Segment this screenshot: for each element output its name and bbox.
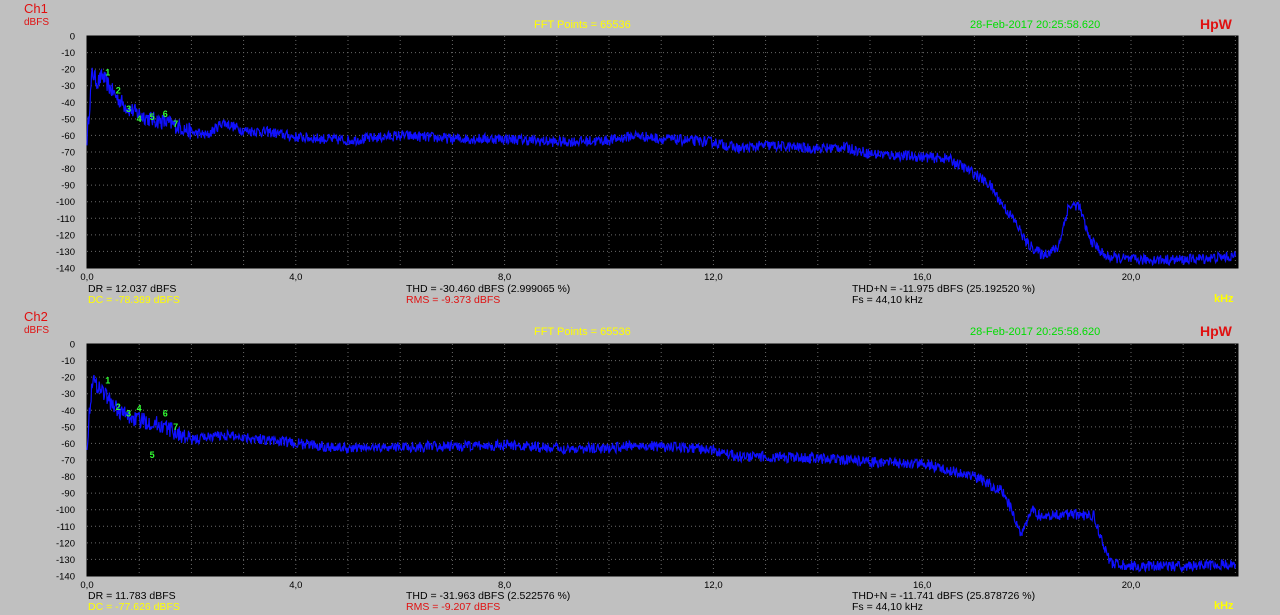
dc-stat: DC = -78.389 dBFS	[88, 294, 180, 306]
y-tick-label: -90	[61, 489, 75, 500]
spectrum-plot-ch2: 0 -10 -20 -30 -40 -50 -60 -70 -80 -90 -100 -110 -120…	[56, 340, 1239, 591]
harmonic-marker-label: 1	[105, 375, 110, 385]
fs-stat: Fs = 44,10 kHz	[852, 601, 923, 613]
y-tick-label: -120	[56, 538, 75, 549]
y-tick-label: -20	[61, 373, 75, 384]
spectrum-plot-ch1: 0 -10 -20 -30 -40 -50 -60 -70 -80 -90 -100 -110 -120…	[56, 32, 1239, 283]
dc-stat: DC = -77.626 dBFS	[88, 601, 180, 613]
y-tick-label: -60	[61, 439, 75, 450]
x-tick-label: 0,0	[80, 272, 93, 283]
harmonic-marker-label: 1	[105, 67, 110, 77]
y-tick-label: -10	[61, 48, 75, 59]
y-tick-label: -30	[61, 389, 75, 400]
x-tick-label: 8,0	[498, 272, 511, 283]
harmonic-marker-label: 5	[150, 112, 155, 122]
x-tick-label: 4,0	[289, 580, 302, 591]
x-tick-label: 16,0	[913, 272, 932, 283]
y-tick-label: -70	[61, 148, 75, 159]
y-tick-label: 0	[70, 32, 75, 43]
y-tick-label: -90	[61, 181, 75, 192]
y-tick-label: -40	[61, 406, 75, 417]
y-tick-label: -140	[56, 572, 75, 583]
chart-panel-ch1: Ch1 dBFS FFT Points = 65536 28-Feb-2017 …	[0, 0, 1280, 307]
chart-panel-ch2: Ch2 dBFS FFT Points = 65536 28-Feb-2017 …	[0, 308, 1280, 615]
rms-stat: RMS = -9.373 dBFS	[406, 294, 501, 306]
harmonic-marker-label: 7	[173, 119, 178, 129]
x-axis-unit-label: kHz	[1214, 293, 1234, 305]
harmonic-marker-label: 2	[116, 402, 121, 412]
x-tick-label: 12,0	[704, 272, 723, 283]
x-tick-label: 20,0	[1122, 272, 1141, 283]
harmonic-marker-label: 2	[116, 86, 121, 96]
harmonic-marker-label: 6	[163, 109, 168, 119]
y-tick-label: -80	[61, 164, 75, 175]
y-tick-label: -130	[56, 555, 75, 566]
y-tick-label: -80	[61, 472, 75, 483]
y-tick-label: -120	[56, 230, 75, 241]
harmonic-marker-label: 7	[173, 422, 178, 432]
fs-stat: Fs = 44,10 kHz	[852, 294, 923, 306]
y-tick-label: -50	[61, 114, 75, 125]
y-tick-label: -130	[56, 247, 75, 258]
y-tick-label: 0	[70, 340, 75, 351]
y-tick-label: -110	[57, 522, 75, 533]
y-tick-label: -100	[56, 505, 75, 516]
harmonic-marker-label: 4	[137, 114, 142, 124]
harmonic-marker-label: 4	[137, 404, 142, 414]
harmonic-marker-label: 5	[150, 450, 155, 460]
x-tick-label: 4,0	[289, 272, 302, 283]
y-tick-label: -10	[61, 356, 75, 367]
y-tick-label: -70	[61, 456, 75, 467]
y-tick-label: -50	[61, 422, 75, 433]
rms-stat: RMS = -9.207 dBFS	[406, 601, 501, 613]
y-tick-label: -140	[56, 264, 75, 275]
y-tick-label: -100	[56, 197, 75, 208]
y-tick-label: -30	[61, 81, 75, 92]
x-tick-label: 20,0	[1122, 580, 1141, 591]
y-tick-label: -60	[61, 131, 75, 142]
x-axis-unit-label: kHz	[1214, 600, 1234, 612]
y-tick-label: -20	[61, 65, 75, 76]
harmonic-marker-label: 6	[163, 409, 168, 419]
y-tick-label: -110	[57, 214, 75, 225]
y-tick-label: -40	[61, 98, 75, 109]
x-tick-label: 12,0	[704, 580, 723, 591]
harmonic-marker-label: 3	[126, 409, 131, 419]
harmonic-marker-label: 3	[126, 104, 131, 114]
